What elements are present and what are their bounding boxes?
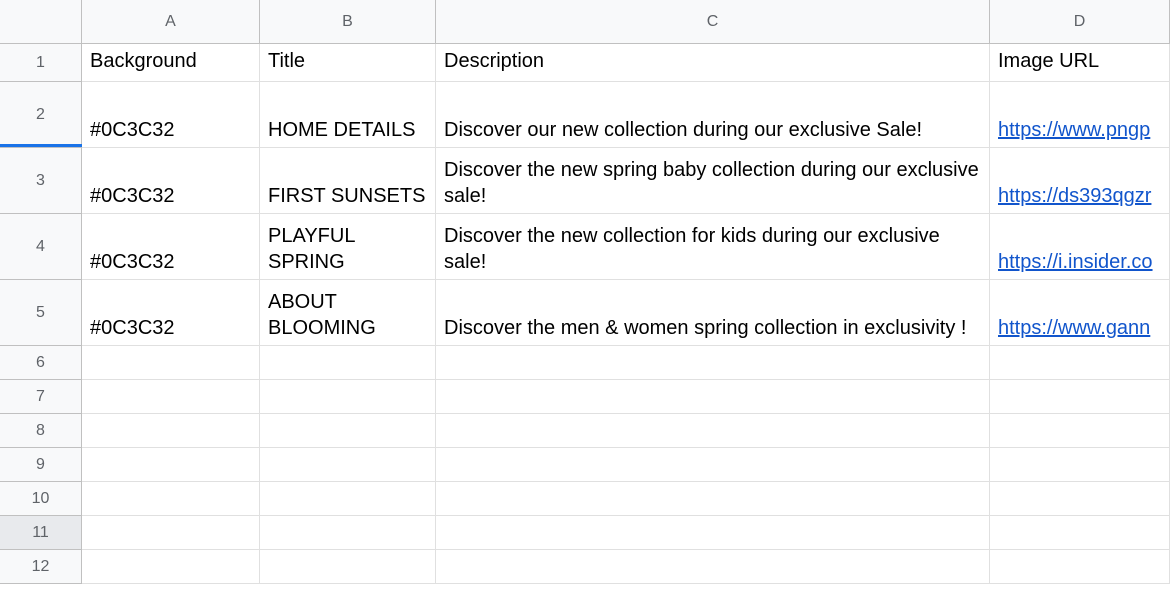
cell-C7[interactable] — [436, 380, 990, 414]
cell-C9[interactable] — [436, 448, 990, 482]
cell-D6[interactable] — [990, 346, 1170, 380]
table-row: #0C3C32HOME DETAILSDiscover our new coll… — [82, 82, 1170, 148]
cell-A11[interactable] — [82, 516, 260, 550]
cell-B3[interactable]: FIRST SUNSETS — [260, 148, 436, 214]
cell-grid: BackgroundTitleDescriptionImage URL#0C3C… — [82, 44, 1170, 584]
cell-C12[interactable] — [436, 550, 990, 584]
row-headers: 123456789101112 — [0, 44, 82, 584]
cell-D10[interactable] — [990, 482, 1170, 516]
cell-A4[interactable]: #0C3C32 — [82, 214, 260, 280]
row-header-2[interactable]: 2 — [0, 82, 82, 148]
cell-D12[interactable] — [990, 550, 1170, 584]
spreadsheet: A B C D 123456789101112 BackgroundTitleD… — [0, 0, 1172, 596]
row-header-11[interactable]: 11 — [0, 516, 82, 550]
cell-B4[interactable]: PLAYFUL SPRING — [260, 214, 436, 280]
cell-A3[interactable]: #0C3C32 — [82, 148, 260, 214]
cell-C5[interactable]: Discover the men & women spring collecti… — [436, 280, 990, 346]
cell-A5[interactable]: #0C3C32 — [82, 280, 260, 346]
active-row-indicator — [0, 144, 82, 147]
table-row: BackgroundTitleDescriptionImage URL — [82, 44, 1170, 82]
cell-D7[interactable] — [990, 380, 1170, 414]
row-header-4[interactable]: 4 — [0, 214, 82, 280]
url-link[interactable]: https://i.insider.co — [998, 249, 1161, 275]
cell-B6[interactable] — [260, 346, 436, 380]
cell-B8[interactable] — [260, 414, 436, 448]
cell-A8[interactable] — [82, 414, 260, 448]
cell-B5[interactable]: ABOUT BLOOMING — [260, 280, 436, 346]
cell-C2[interactable]: Discover our new collection during our e… — [436, 82, 990, 148]
cell-C6[interactable] — [436, 346, 990, 380]
col-header-D[interactable]: D — [990, 0, 1170, 44]
cell-D8[interactable] — [990, 414, 1170, 448]
column-headers: A B C D — [82, 0, 1170, 44]
col-header-B[interactable]: B — [260, 0, 436, 44]
cell-D5[interactable]: https://www.gann — [990, 280, 1170, 346]
row-header-6[interactable]: 6 — [0, 346, 82, 380]
row-header-9[interactable]: 9 — [0, 448, 82, 482]
col-header-A[interactable]: A — [82, 0, 260, 44]
cell-B1[interactable]: Title — [260, 44, 436, 82]
row-header-5[interactable]: 5 — [0, 280, 82, 346]
cell-C10[interactable] — [436, 482, 990, 516]
row-header-8[interactable]: 8 — [0, 414, 82, 448]
cell-A10[interactable] — [82, 482, 260, 516]
cell-B9[interactable] — [260, 448, 436, 482]
cell-C4[interactable]: Discover the new collection for kids dur… — [436, 214, 990, 280]
cell-A9[interactable] — [82, 448, 260, 482]
cell-A6[interactable] — [82, 346, 260, 380]
table-row — [82, 346, 1170, 380]
row-header-10[interactable]: 10 — [0, 482, 82, 516]
cell-A12[interactable] — [82, 550, 260, 584]
cell-B2[interactable]: HOME DETAILS — [260, 82, 436, 148]
row-header-3[interactable]: 3 — [0, 148, 82, 214]
cell-A2[interactable]: #0C3C32 — [82, 82, 260, 148]
cell-D1[interactable]: Image URL — [990, 44, 1170, 82]
row-header-7[interactable]: 7 — [0, 380, 82, 414]
cell-C8[interactable] — [436, 414, 990, 448]
cell-C11[interactable] — [436, 516, 990, 550]
cell-B12[interactable] — [260, 550, 436, 584]
url-link[interactable]: https://www.pngp — [998, 117, 1161, 143]
row-header-1[interactable]: 1 — [0, 44, 82, 82]
cell-D9[interactable] — [990, 448, 1170, 482]
cell-D11[interactable] — [990, 516, 1170, 550]
cell-A1[interactable]: Background — [82, 44, 260, 82]
col-header-C[interactable]: C — [436, 0, 990, 44]
table-row — [82, 516, 1170, 550]
table-row — [82, 550, 1170, 584]
cell-A7[interactable] — [82, 380, 260, 414]
table-row: #0C3C32FIRST SUNSETSDiscover the new spr… — [82, 148, 1170, 214]
table-row — [82, 414, 1170, 448]
table-row — [82, 448, 1170, 482]
cell-D3[interactable]: https://ds393qgzr — [990, 148, 1170, 214]
cell-D2[interactable]: https://www.pngp — [990, 82, 1170, 148]
select-all-corner[interactable] — [0, 0, 82, 44]
cell-D4[interactable]: https://i.insider.co — [990, 214, 1170, 280]
url-link[interactable]: https://www.gann — [998, 315, 1161, 341]
cell-C3[interactable]: Discover the new spring baby collection … — [436, 148, 990, 214]
row-header-12[interactable]: 12 — [0, 550, 82, 584]
url-link[interactable]: https://ds393qgzr — [998, 183, 1161, 209]
cell-C1[interactable]: Description — [436, 44, 990, 82]
table-row — [82, 482, 1170, 516]
cell-B7[interactable] — [260, 380, 436, 414]
table-row: #0C3C32ABOUT BLOOMINGDiscover the men & … — [82, 280, 1170, 346]
cell-B10[interactable] — [260, 482, 436, 516]
table-row: #0C3C32PLAYFUL SPRINGDiscover the new co… — [82, 214, 1170, 280]
cell-B11[interactable] — [260, 516, 436, 550]
table-row — [82, 380, 1170, 414]
